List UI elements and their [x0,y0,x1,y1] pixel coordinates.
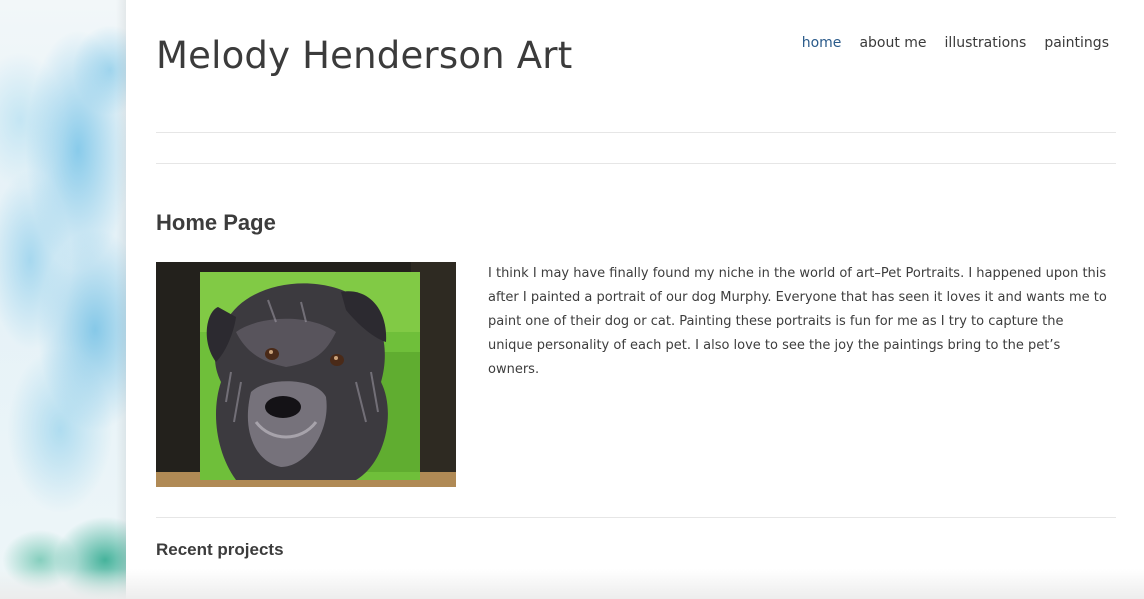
nav-about-me[interactable]: about me [859,35,926,51]
main-content: Melody Henderson Art home about me illus… [126,0,1144,599]
watercolor-edge-shadow [116,0,126,599]
dog-portrait-image[interactable] [156,262,456,487]
nav-paintings[interactable]: paintings [1044,35,1109,51]
intro-paragraph: I think I may have finally found my nich… [488,266,1107,377]
header-divider [156,132,1116,133]
nav-illustrations[interactable]: illustrations [945,35,1027,51]
site-title[interactable]: Melody Henderson Art [156,34,572,77]
dog-portrait-illustration [156,262,456,487]
nav-home[interactable]: home [802,35,842,51]
watercolor-background [0,0,126,599]
recent-projects-heading: Recent projects [156,540,284,559]
main-nav: home about me illustrations paintings [802,35,1109,51]
page-title: Home Page [156,210,276,235]
header-divider-lower [156,163,1116,164]
section-divider [156,517,1116,518]
